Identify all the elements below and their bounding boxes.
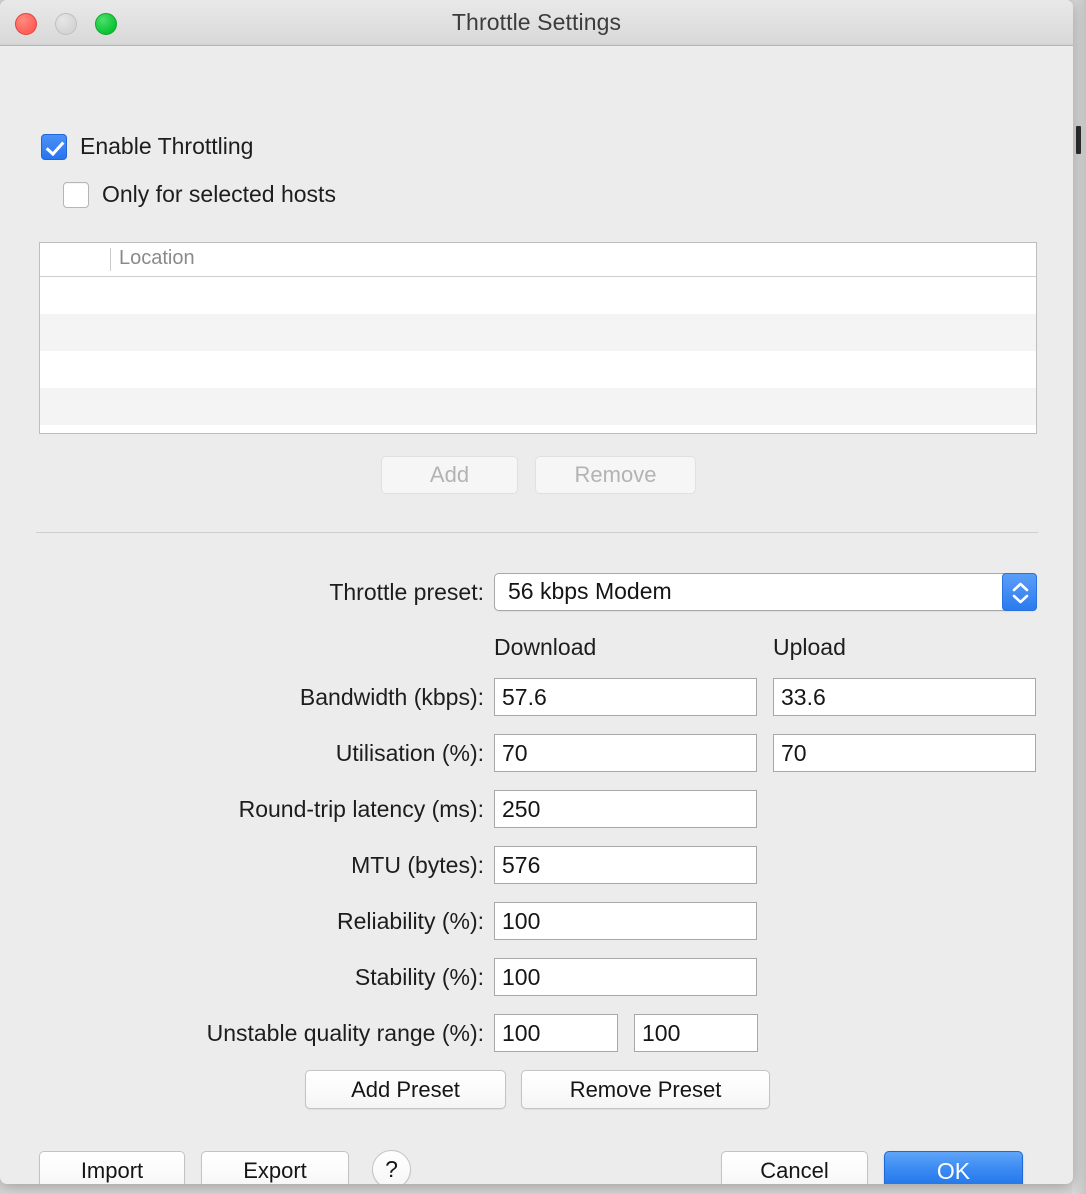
throttle-settings-dialog: Throttle Settings Enable Throttling Only… <box>0 0 1073 1184</box>
bandwidth-label: Bandwidth (kbps): <box>299 684 484 710</box>
window-title: Throttle Settings <box>451 9 622 35</box>
stability-download-field[interactable]: 100 <box>494 958 757 996</box>
mtu-download-field[interactable]: 576 <box>494 846 757 884</box>
stability-label: Stability (%): <box>354 964 484 990</box>
window-titlebar: Throttle Settings <box>0 0 1073 46</box>
throttle-preset-combobox[interactable]: 56 kbps Modem <box>494 573 1037 611</box>
throttle-preset-label: Throttle preset: <box>329 579 484 605</box>
throttle-preset-value: 56 kbps Modem <box>508 578 672 604</box>
hosts-table[interactable]: Location <box>39 242 1037 434</box>
only-selected-hosts-label: Only for selected hosts <box>102 181 336 207</box>
section-separator <box>36 532 1038 533</box>
column-header-download: Download <box>494 634 597 660</box>
bandwidth-upload-field[interactable]: 33.6 <box>773 678 1036 716</box>
import-button[interactable]: Import <box>39 1151 185 1184</box>
column-divider[interactable] <box>110 248 111 271</box>
only-selected-hosts-row[interactable]: Only for selected hosts <box>63 181 336 208</box>
add-host-button[interactable]: Add <box>381 456 518 494</box>
only-selected-hosts-checkbox[interactable] <box>63 181 89 208</box>
enable-throttling-checkbox[interactable] <box>41 133 67 160</box>
utilisation-label: Utilisation (%): <box>335 740 484 766</box>
table-row[interactable] <box>40 425 1036 433</box>
dialog-content: Enable Throttling Only for selected host… <box>0 46 1073 1184</box>
stepper-up-down-icon[interactable] <box>1002 573 1037 611</box>
remove-host-button[interactable]: Remove <box>535 456 696 494</box>
utilisation-upload-field[interactable]: 70 <box>773 734 1036 772</box>
help-button[interactable]: ? <box>372 1150 411 1184</box>
add-preset-button[interactable]: Add Preset <box>305 1070 506 1109</box>
table-row[interactable] <box>40 388 1036 425</box>
unstable-quality-max-field[interactable]: 100 <box>634 1014 758 1052</box>
latency-download-field[interactable]: 250 <box>494 790 757 828</box>
unstable-quality-range-label: Unstable quality range (%): <box>206 1020 484 1046</box>
latency-label: Round-trip latency (ms): <box>238 796 484 822</box>
table-row[interactable] <box>40 277 1036 314</box>
enable-throttling-label: Enable Throttling <box>80 133 254 159</box>
table-row[interactable] <box>40 351 1036 388</box>
background-window-edge <box>1072 0 1086 1194</box>
enable-throttling-row[interactable]: Enable Throttling <box>41 133 253 160</box>
hosts-table-header: Location <box>40 243 1036 277</box>
cancel-button[interactable]: Cancel <box>721 1151 868 1184</box>
table-row[interactable] <box>40 314 1036 351</box>
column-header-location[interactable]: Location <box>119 247 195 270</box>
utilisation-download-field[interactable]: 70 <box>494 734 757 772</box>
bandwidth-download-field[interactable]: 57.6 <box>494 678 757 716</box>
ok-button[interactable]: OK <box>884 1151 1023 1184</box>
column-header-upload: Upload <box>773 634 846 660</box>
background-window-marker <box>1076 126 1081 154</box>
unstable-quality-min-field[interactable]: 100 <box>494 1014 618 1052</box>
export-button[interactable]: Export <box>201 1151 349 1184</box>
reliability-download-field[interactable]: 100 <box>494 902 757 940</box>
reliability-label: Reliability (%): <box>337 908 484 934</box>
remove-preset-button[interactable]: Remove Preset <box>521 1070 770 1109</box>
mtu-label: MTU (bytes): <box>351 852 484 878</box>
